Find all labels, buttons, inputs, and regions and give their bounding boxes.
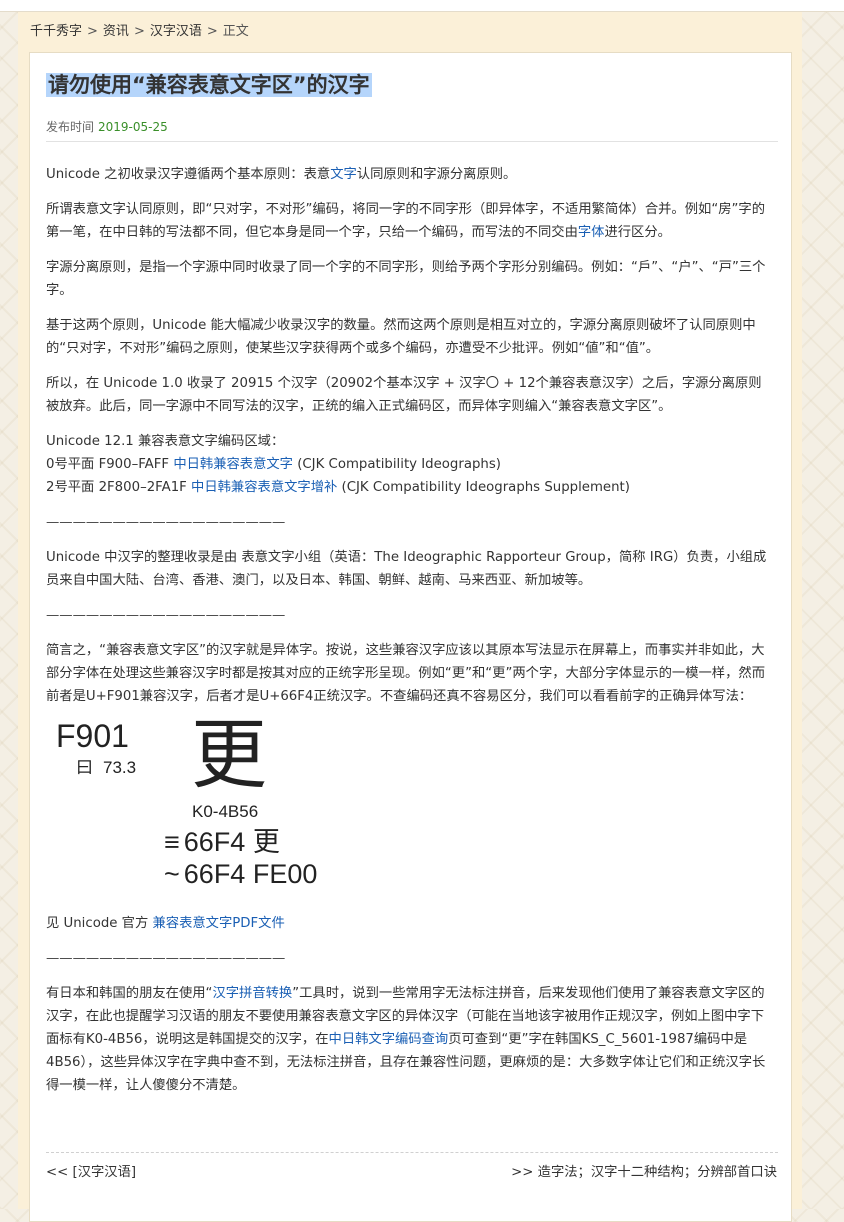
page-title-text: 请勿使用“兼容表意文字区”的汉字 — [46, 73, 372, 97]
divider-dashes: —————————————————— — [46, 515, 286, 530]
article-card: 请勿使用“兼容表意文字区”的汉字 发布时间 2019-05-25 Unicode … — [29, 52, 792, 1222]
equivalence-symbol: ≡ — [164, 827, 180, 857]
paragraph-history: 所以，在 Unicode 1.0 收录了 20915 个汉字（20902个基本汉… — [46, 376, 762, 414]
next-article-link[interactable]: >> 造字法；汉字十二种结构；分辨部首口诀 — [511, 1163, 777, 1183]
link-ziti[interactable]: 字体 — [578, 225, 605, 240]
range-line-1-prefix: 0号平面 F900–FAFF — [46, 457, 174, 472]
glyph-figure: F901 曰 73.3 更 K0-4B56 ≡ 66F4 更 ~66F4 FE00 — [46, 710, 774, 900]
breadcrumb-current: 正文 — [222, 24, 249, 39]
figure-variant: ~66F4 FE00 — [164, 858, 317, 890]
article-meta: 发布时间 2019-05-25 — [46, 119, 168, 135]
see-also-text: 见 Unicode 官方 — [46, 916, 153, 931]
breadcrumb-category[interactable]: 汉字汉语 — [150, 24, 202, 39]
breadcrumb-separator: > — [133, 24, 145, 39]
publish-date: 2019-05-25 — [98, 120, 168, 134]
variant-symbol: ~ — [164, 859, 180, 889]
figure-source: K0-4B56 — [192, 802, 259, 821]
paragraph-unification: 所谓表意文字认同原则，即“只对字，不对形”编码，将同一字的不同字形（即异体字，不… — [46, 198, 774, 244]
link-cjk-compat[interactable]: 中日韩兼容表意文字 — [173, 457, 293, 472]
paragraph-advice: 有日本和韩国的朋友在使用“汉字拼音转换”工具时，说到一些常用字无法标注拼音，后来… — [46, 982, 774, 1097]
figure-equivalent: ≡ 66F4 更 — [164, 826, 280, 859]
page-title: 请勿使用“兼容表意文字区”的汉字 — [46, 70, 372, 100]
figure-radical-value: 73.3 — [103, 758, 137, 777]
figure-glyph: 更 — [191, 710, 267, 799]
divider-dashes: —————————————————— — [46, 608, 286, 623]
ranges-heading: Unicode 12.1 兼容表意文字编码区域： — [46, 434, 285, 449]
link-cjk-compat-supplement[interactable]: 中日韩兼容表意文字增补 — [191, 480, 337, 495]
divider-dashes: —————————————————— — [46, 951, 286, 966]
link-wenzi[interactable]: 文字 — [330, 167, 357, 182]
variant-code: 66F4 FE00 — [183, 859, 318, 889]
paragraph-text: 认同原则和字源分离原则。 — [356, 167, 517, 182]
prev-article-link[interactable]: << [汉字汉语] — [46, 1163, 136, 1183]
paragraph-irg: Unicode 中汉字的整理收录是由 表意文字小组（英语：The Ideogra… — [46, 550, 767, 588]
breadcrumb: 千千秀字 > 资讯 > 汉字汉语 > 正文 — [30, 22, 249, 42]
paragraph-source-separation: 字源分离原则，是指一个字源中同时收录了同一个字的不同字形，则给予两个字形分别编码… — [46, 260, 766, 298]
publish-label: 发布时间 — [46, 120, 95, 134]
article-body: Unicode 之初收录汉字遵循两个基本原则：表意文字认同原则和字源分离原则。 … — [46, 163, 774, 1109]
equivalent-code: 66F4 — [183, 827, 246, 857]
range-line-2-suffix: (CJK Compatibility Ideographs Supplement… — [337, 480, 630, 495]
link-pinyin-converter[interactable]: 汉字拼音转换 — [212, 986, 292, 1001]
paragraph-ranges: Unicode 12.1 兼容表意文字编码区域： 0号平面 F900–FAFF 中… — [46, 430, 774, 499]
figure-code: F901 — [56, 718, 129, 754]
paragraph-see-also: 见 Unicode 官方 兼容表意文字PDF文件 — [46, 912, 774, 935]
range-line-1-suffix: (CJK Compatibility Ideographs) — [292, 457, 501, 472]
link-cjk-code-lookup[interactable]: 中日韩文字编码查询 — [329, 1032, 449, 1047]
footer-divider — [46, 1152, 778, 1153]
paragraph-principles: Unicode 之初收录汉字遵循两个基本原则：表意文字认同原则和字源分离原则。 — [46, 163, 774, 186]
link-compat-pdf[interactable]: 兼容表意文字PDF文件 — [153, 916, 285, 931]
range-line-2-prefix: 2号平面 2F800–2FA1F — [46, 480, 192, 495]
equivalent-char: 更 — [252, 827, 280, 858]
breadcrumb-separator: > — [206, 24, 218, 39]
paragraph-summary: 简言之，“兼容表意文字区”的汉字就是异体字。按说，这些兼容汉字应该以其原本写法显… — [46, 643, 765, 704]
figure-radical-char: 曰 — [76, 758, 93, 778]
paragraph-text: 进行区分。 — [604, 225, 671, 240]
paragraph-text: Unicode 之初收录汉字遵循两个基本原则：表意 — [46, 167, 331, 182]
breadcrumb-separator: > — [87, 24, 98, 39]
title-divider — [46, 141, 778, 142]
figure-radical: 曰 73.3 — [76, 758, 136, 778]
paragraph-text: 有日本和韩国的朋友在使用“ — [46, 986, 213, 1001]
breadcrumb-home[interactable]: 千千秀字 — [30, 24, 82, 39]
paragraph-conflict: 基于这两个原则，Unicode 能大幅减少收录汉字的数量。然而这两个原则是相互对… — [46, 318, 756, 356]
breadcrumb-news[interactable]: 资讯 — [103, 24, 129, 39]
browser-top-strip — [0, 0, 844, 12]
